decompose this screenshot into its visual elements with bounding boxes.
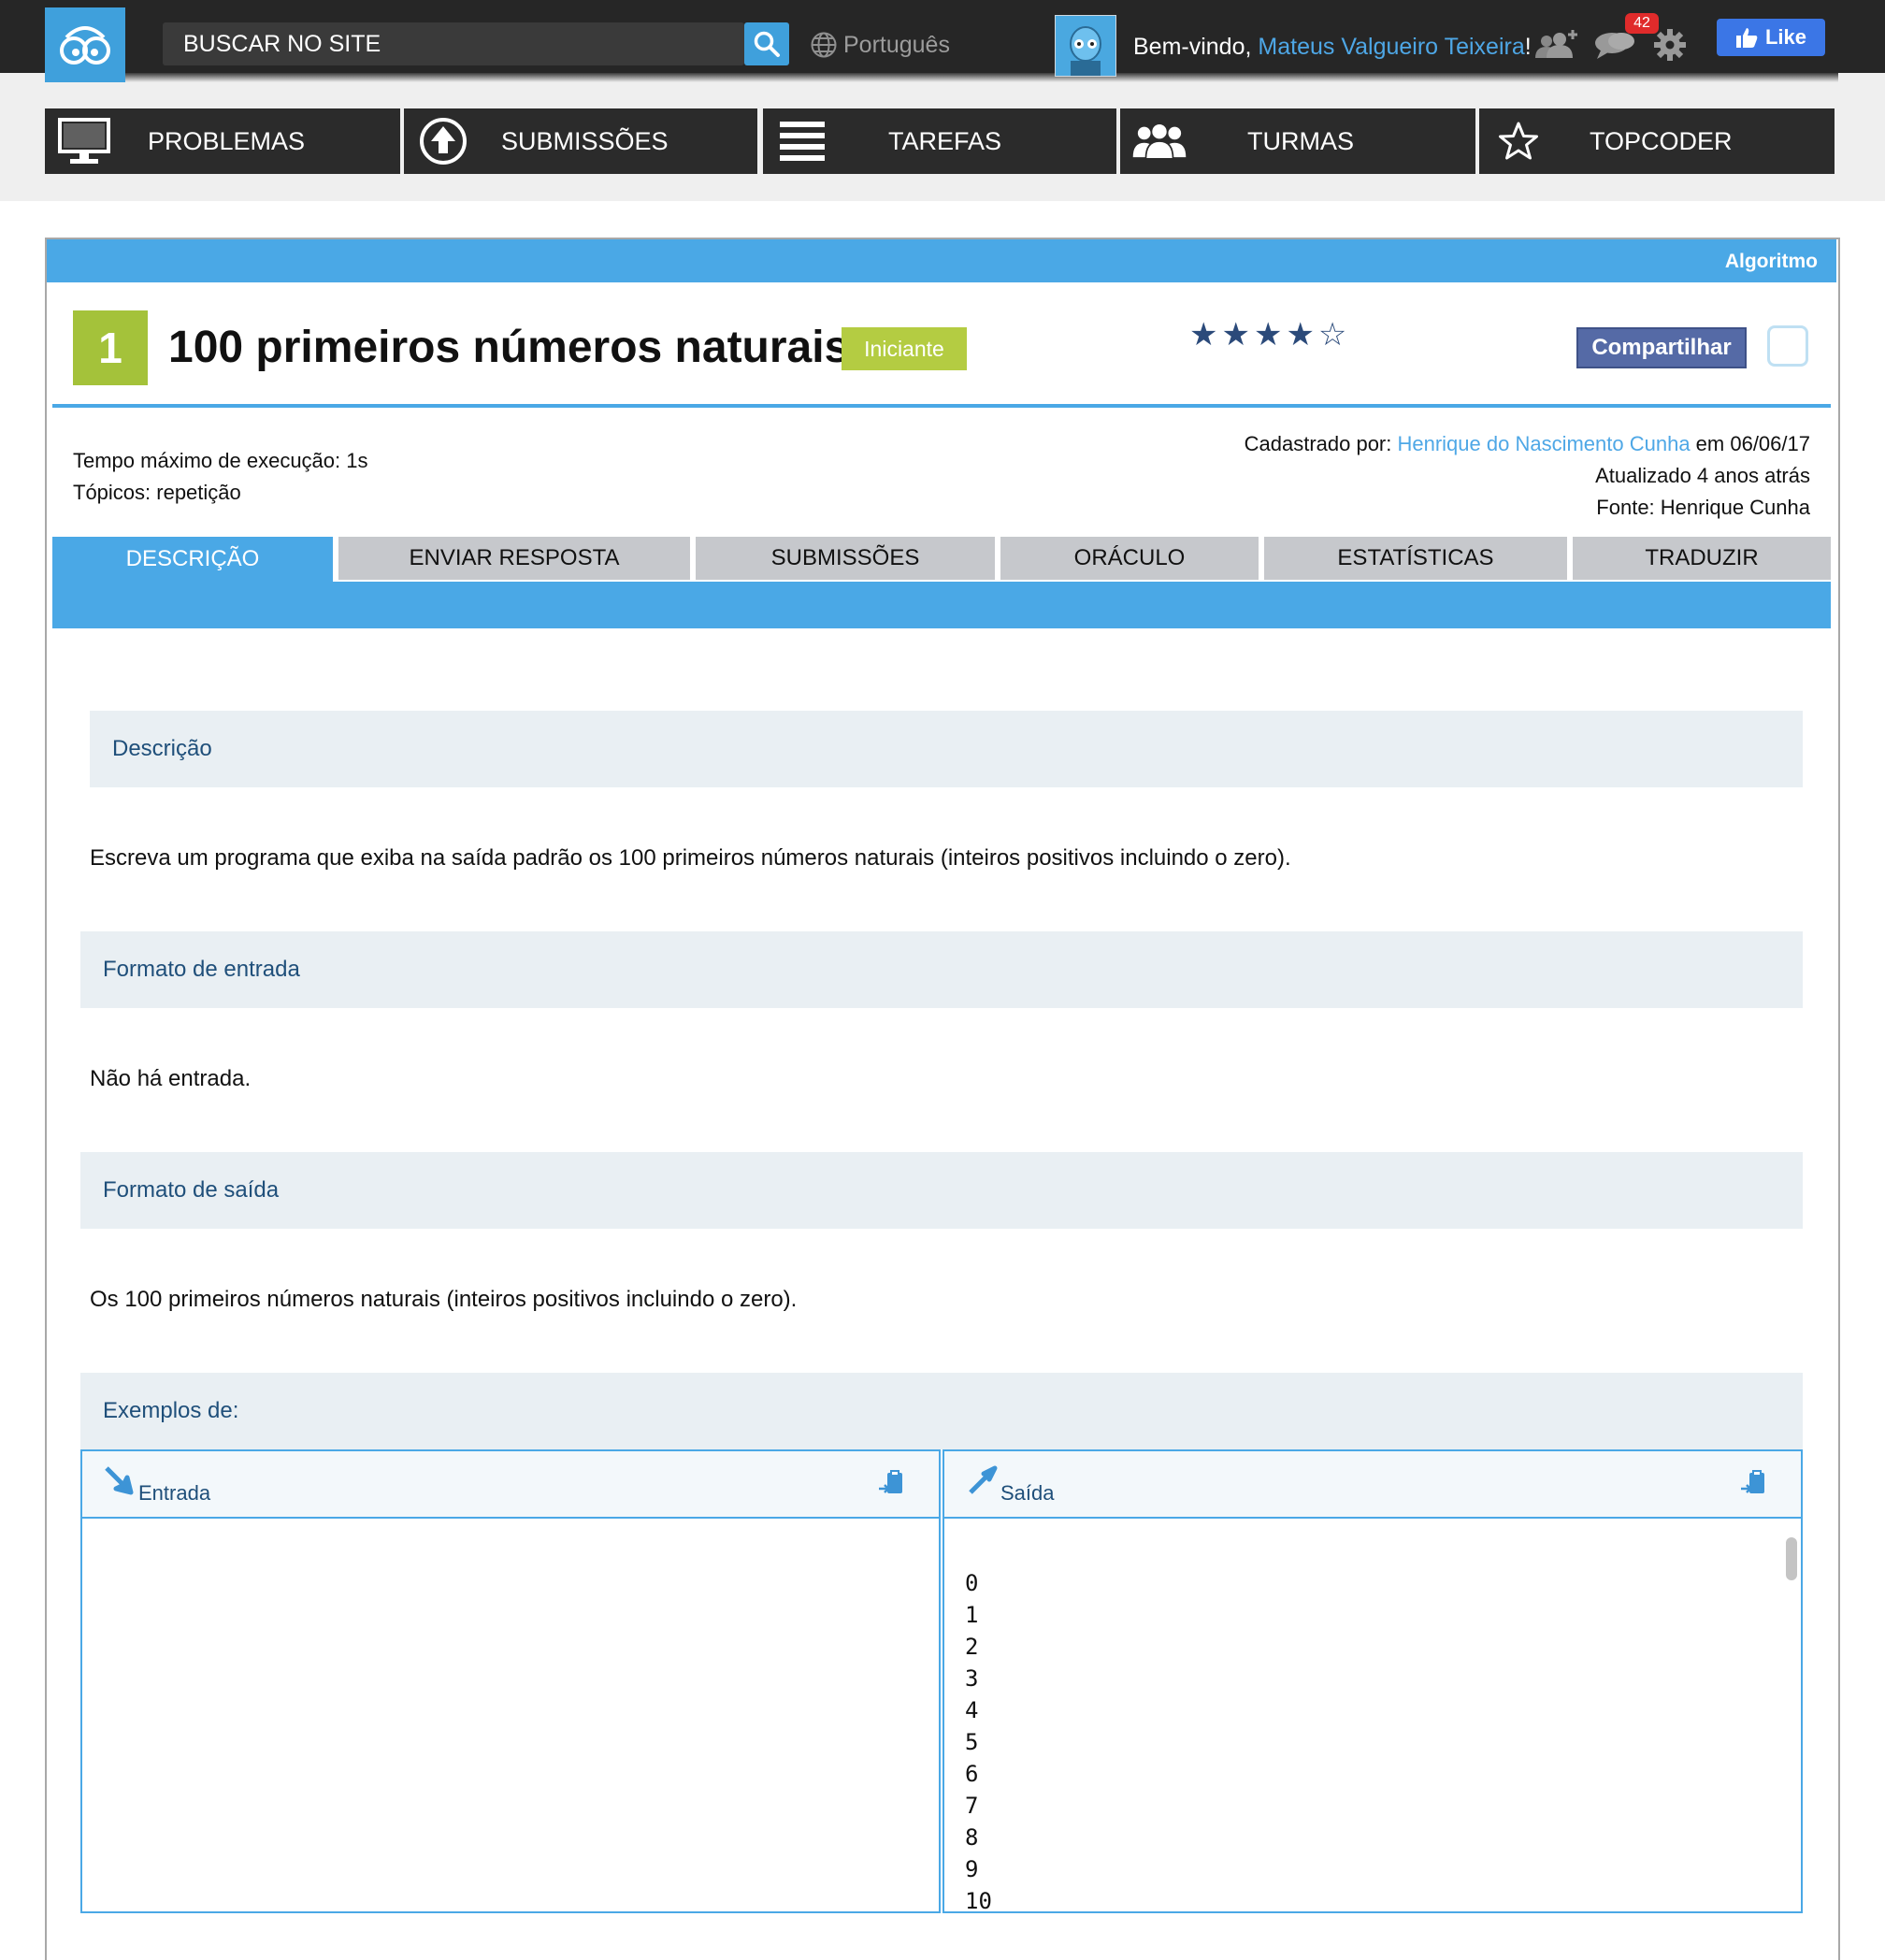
example-input-header: Entrada [82, 1451, 939, 1519]
star-outline-icon [1490, 114, 1547, 168]
input-format-text: Não há entrada. [90, 1066, 252, 1091]
updated-info: Atualizado 4 anos atrás [1595, 464, 1810, 487]
description-text: Escreva um programa que exiba na saída p… [90, 845, 1291, 871]
group-people-icon [1131, 114, 1187, 168]
welcome-suffix: ! [1524, 34, 1532, 60]
rating-stars[interactable]: ★★★★☆ [1189, 316, 1350, 353]
gear-icon [1654, 29, 1686, 61]
title-divider [52, 404, 1831, 408]
search-icon [754, 31, 780, 57]
share-button[interactable]: Compartilhar [1576, 327, 1747, 368]
example-output-header: Saída [944, 1451, 1801, 1519]
author-link[interactable]: Henrique do Nascimento Cunha [1397, 432, 1690, 455]
messages-button[interactable] [1593, 30, 1636, 65]
top-bar-shadow [45, 73, 1838, 82]
nav-label-tarefas: TAREFAS [888, 127, 1002, 155]
upload-circle-icon [415, 114, 471, 168]
registered-prefix: Cadastrado por: [1244, 432, 1398, 455]
section-examples-header: Exemplos de: [80, 1373, 1803, 1449]
like-label: Like [1764, 25, 1807, 49]
arrow-in-icon [105, 1466, 134, 1495]
nav-label-problemas: PROBLEMAS [148, 127, 306, 155]
friend-requests-button[interactable] [1533, 28, 1580, 66]
time-limit: Tempo máximo de execução: 1s [73, 449, 368, 472]
problem-card-header [47, 239, 1836, 282]
copy-output-icon[interactable] [1739, 1470, 1767, 1498]
favorite-checkbox[interactable] [1767, 325, 1808, 367]
output-line: 1 [965, 1602, 979, 1628]
output-line: 8 [965, 1824, 979, 1851]
chat-bubbles-icon [1595, 33, 1634, 59]
example-output-panel: Saída [942, 1449, 1803, 1913]
output-line: 6 [965, 1761, 979, 1787]
tab-oraculo[interactable]: ORÁCULO [1000, 537, 1259, 580]
language-selector[interactable]: Português [810, 28, 950, 62]
welcome-message: Bem-vindo, Mateus Valgueiro Teixeira! [1133, 34, 1532, 61]
output-line: 9 [965, 1856, 979, 1882]
globe-icon [811, 32, 837, 58]
example-input-content[interactable] [82, 1519, 939, 1911]
tab-submissoes[interactable]: SUBMISSÕES [696, 537, 995, 580]
search-input[interactable] [183, 22, 726, 65]
section-examples-title: Exemplos de: [103, 1398, 239, 1423]
tab-estatisticas[interactable]: ESTATÍSTICAS [1264, 537, 1567, 580]
example-output-content[interactable]: 0 1 2 3 4 5 6 7 8 9 10 [965, 1567, 992, 1917]
source-info: Fonte: Henrique Cunha [1596, 496, 1810, 519]
nav-label-topcoder: TOPCODER [1590, 127, 1733, 155]
output-line: 4 [965, 1697, 979, 1723]
user-avatar[interactable] [1055, 15, 1116, 77]
site-logo[interactable] [45, 7, 125, 82]
output-format-text: Os 100 primeiros números naturais (intei… [90, 1287, 798, 1312]
example-input-panel: Entrada [80, 1449, 941, 1913]
nav-item-turmas[interactable]: TURMAS [1120, 108, 1475, 174]
copy-input-icon[interactable] [877, 1470, 905, 1498]
monitor-icon [56, 114, 112, 168]
owl-logo-icon [60, 26, 110, 65]
problem-title: 100 primeiros números naturais [168, 323, 850, 372]
tab-enviar-resposta[interactable]: ENVIAR RESPOSTA [338, 537, 690, 580]
section-input-header: Formato de entrada [80, 931, 1803, 1008]
section-input-title: Formato de entrada [103, 957, 300, 982]
thumbs-up-icon [1735, 28, 1758, 48]
registered-suffix: em 06/06/17 [1690, 432, 1810, 455]
language-label: Português [843, 31, 950, 58]
section-description-header: Descrição [90, 711, 1803, 787]
section-description-title: Descrição [112, 736, 212, 761]
tab-traduzir[interactable]: TRADUZIR [1573, 537, 1831, 580]
section-output-title: Formato de saída [103, 1177, 280, 1203]
search-button[interactable] [744, 22, 789, 65]
nav-label-submissoes: SUBMISSÕES [501, 127, 669, 155]
problem-category: Algoritmo [1724, 251, 1818, 272]
output-line: 3 [965, 1665, 979, 1692]
user-avatar-icon [1070, 26, 1101, 76]
nav-item-topcoder[interactable]: TOPCODER [1479, 108, 1835, 174]
output-line: 7 [965, 1793, 979, 1819]
output-line: 10 [965, 1888, 992, 1914]
nav-label-turmas: TURMAS [1247, 127, 1354, 155]
settings-button[interactable] [1653, 28, 1687, 66]
registered-by: Cadastrado por: Henrique do Nascimento C… [1245, 432, 1810, 456]
tab-descricao[interactable]: DESCRIÇÃO [52, 537, 333, 582]
example-input-label: Entrada [138, 1481, 211, 1505]
output-line: 0 [965, 1570, 979, 1596]
facebook-like-button[interactable]: Like [1717, 19, 1825, 56]
add-friends-icon [1535, 30, 1577, 58]
example-output-label: Saída [1000, 1481, 1055, 1505]
output-line: 2 [965, 1634, 979, 1660]
topics: Tópicos: repetição [73, 481, 241, 504]
nav-item-tarefas[interactable]: TAREFAS [763, 108, 1116, 174]
welcome-prefix: Bem-vindo, [1133, 34, 1259, 60]
problem-number: 1 [73, 310, 148, 385]
nav-item-submissoes[interactable]: SUBMISSÕES [404, 108, 757, 174]
section-output-header: Formato de saída [80, 1152, 1803, 1229]
nav-item-problemas[interactable]: PROBLEMAS [45, 108, 400, 174]
output-line: 5 [965, 1729, 979, 1755]
tabs-underbar [52, 582, 1831, 628]
user-name-link[interactable]: Mateus Valgueiro Teixeira [1258, 34, 1524, 60]
output-scrollbar-thumb[interactable] [1786, 1537, 1797, 1580]
arrow-out-icon [969, 1465, 998, 1494]
difficulty-badge: Iniciante [842, 327, 967, 370]
list-lines-icon [774, 114, 830, 168]
